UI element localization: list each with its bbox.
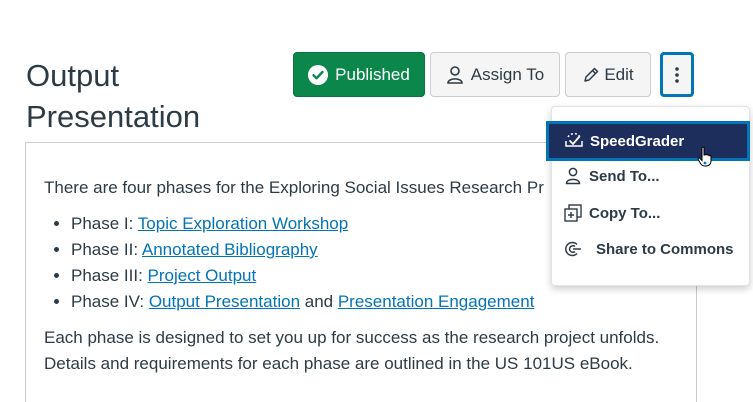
- menu-item-label: Copy To...: [589, 204, 661, 222]
- commons-icon: [562, 240, 584, 258]
- pencil-icon: [582, 66, 600, 84]
- speedgrader-icon: [563, 132, 585, 150]
- options-menu: SpeedGrader Send To... Copy To... Share …: [546, 106, 750, 286]
- phase-joiner: and: [300, 292, 338, 311]
- phase-prefix: Phase I:: [71, 214, 138, 233]
- more-options-button[interactable]: [660, 52, 694, 97]
- user-icon: [446, 65, 464, 85]
- edit-label: Edit: [604, 64, 634, 84]
- hand-cursor-icon: [697, 146, 713, 173]
- copy-icon: [562, 204, 584, 222]
- phase-prefix: Phase II:: [71, 240, 142, 259]
- link-project-output[interactable]: Project Output: [148, 266, 257, 285]
- menu-item-send-to[interactable]: Send To...: [562, 167, 660, 185]
- user-icon: [562, 167, 584, 185]
- edit-button[interactable]: Edit: [565, 52, 651, 97]
- phase-prefix: Phase IV:: [71, 292, 149, 311]
- published-label: Published: [335, 64, 410, 84]
- link-output-presentation[interactable]: Output Presentation: [149, 292, 300, 311]
- page-title: Output Presentation: [26, 57, 201, 134]
- menu-item-copy-to[interactable]: Copy To...: [562, 204, 660, 222]
- menu-item-speedgrader[interactable]: SpeedGrader: [546, 121, 750, 161]
- check-circle-icon: [308, 64, 329, 85]
- kebab-icon: [674, 65, 680, 85]
- assign-to-button[interactable]: Assign To: [430, 52, 560, 97]
- menu-item-label: SpeedGrader: [590, 132, 685, 150]
- link-topic-exploration-workshop[interactable]: Topic Exploration Workshop: [138, 214, 348, 233]
- menu-item-label: Send To...: [589, 167, 660, 185]
- intro-text: There are four phases for the Exploring …: [44, 178, 544, 197]
- assign-to-label: Assign To: [470, 64, 545, 84]
- list-item: Phase IV: Output Presentation and Presen…: [71, 289, 678, 315]
- menu-item-label: Share to Commons: [596, 240, 734, 258]
- phase-prefix: Phase III:: [71, 266, 148, 285]
- link-presentation-engagement[interactable]: Presentation Engagement: [338, 292, 535, 311]
- summary-text: Each phase is designed to set you up for…: [44, 328, 660, 373]
- link-annotated-bibliography[interactable]: Annotated Bibliography: [142, 240, 318, 259]
- published-button[interactable]: Published: [293, 52, 425, 97]
- menu-item-share-to-commons[interactable]: Share to Commons: [562, 240, 734, 258]
